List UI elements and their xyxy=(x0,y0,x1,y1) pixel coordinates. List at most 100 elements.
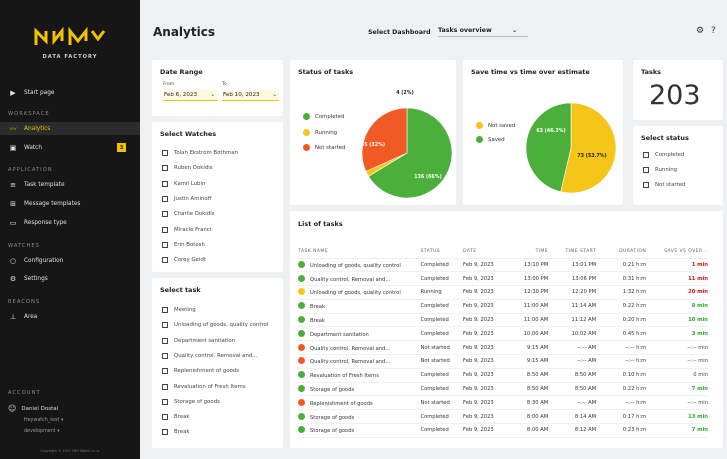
cell-text: 0:22 h:m xyxy=(622,303,647,310)
org-select[interactable]: Heywatch_test ▾ xyxy=(24,418,63,423)
status-checkbox[interactable]: Not started xyxy=(643,182,685,188)
task-checkbox[interactable]: Break xyxy=(162,429,190,436)
select-status-card: Select status Completed Running Not starte… xyxy=(633,126,723,205)
checkbox-icon xyxy=(162,165,168,172)
watch-checkbox[interactable]: Miracle Franci xyxy=(162,226,211,233)
watch-checkbox[interactable]: Erin Botosh xyxy=(162,241,205,248)
column-header[interactable]: STATUS xyxy=(420,245,464,259)
task-checkbox[interactable]: Unloading of goods, quality control xyxy=(162,322,268,329)
nav-analytics[interactable]: 〰 Analytics xyxy=(0,122,140,135)
cell-save: 3 min xyxy=(646,326,708,342)
task-checkbox[interactable]: Department sanitation xyxy=(162,337,235,344)
column-header[interactable]: DATE xyxy=(463,245,515,259)
nav-message-templates[interactable]: ⊞ Message templates xyxy=(8,197,134,210)
table-row[interactable]: Break Completed Feb 9, 2023 11:00 AM 11:14 A… xyxy=(298,299,708,314)
cell-text: Feb 9, 2023 xyxy=(463,344,494,351)
table-row[interactable]: Replenishment of goods Not started Feb 9, … xyxy=(298,395,708,411)
status-label: Not started xyxy=(655,182,686,188)
date-to-input[interactable]: Feb 10, 2023 ⌄ xyxy=(222,90,279,101)
nav-task-template[interactable]: ≡ Task template xyxy=(8,178,134,191)
task-checkbox[interactable]: Break xyxy=(162,414,190,421)
cell-date: Feb 9, 2023 xyxy=(463,258,515,273)
response-icon: ▭ xyxy=(9,218,17,227)
table-row[interactable]: Storage of goods Completed Feb 9, 2023 8:50… xyxy=(298,382,708,397)
column-header[interactable]: TIME START xyxy=(548,245,597,259)
checkbox-icon xyxy=(643,182,649,188)
cell-text: Completed xyxy=(420,330,449,337)
cell-text: Feb 9, 2023 xyxy=(463,413,494,420)
column-header[interactable]: TASK NAME xyxy=(298,245,421,259)
table-row[interactable]: Quality control, Removal and... Completed… xyxy=(298,271,708,287)
table-row[interactable]: Break Completed Feb 9, 2023 11:00 AM 11:12 A… xyxy=(298,313,708,328)
cell-text: Department sanitation xyxy=(310,331,369,338)
table-row[interactable]: Quality control, Removal and... Not start… xyxy=(298,354,708,369)
cell-date: Feb 9, 2023 xyxy=(463,382,515,397)
cell-text: 8:50 AM xyxy=(574,372,597,379)
nav-configuration[interactable]: ○ Configuration xyxy=(8,254,134,267)
task-label: Revaluation of Fresh Items xyxy=(174,383,246,390)
section-beacons: BEACONS xyxy=(8,299,41,305)
env-select[interactable]: development ▾ xyxy=(24,429,60,434)
nav-response-type[interactable]: ▭ Response type xyxy=(8,216,134,229)
watch-checkbox[interactable]: Kamil Lubin xyxy=(162,180,206,187)
cell-text: Quality control, Removal and... xyxy=(310,276,391,283)
help-icon[interactable]: ? xyxy=(711,26,716,36)
status-dot-icon xyxy=(298,260,305,268)
status-checkbox[interactable]: Running xyxy=(643,167,677,173)
watch-checkbox[interactable]: Justin Aminoff xyxy=(162,195,211,202)
save-pie-chart: 73 (53.7%) 63 (46.3%) xyxy=(525,102,617,194)
cell-time: 11:00 AM xyxy=(514,299,549,314)
cell-time: 9:15 AM xyxy=(514,340,549,356)
watch-checkbox[interactable]: Ruben Dokidis xyxy=(162,165,213,172)
nav-area[interactable]: ⊥ Area xyxy=(8,310,134,323)
watch-checkbox[interactable]: Tolan Ekstrom Bothman xyxy=(162,150,238,156)
cell-name: Break xyxy=(298,299,421,314)
table-row[interactable]: Revaluation of Fresh Items Completed Feb 9… xyxy=(298,368,708,383)
table-row[interactable]: Storage of goods Completed Feb 9, 2023 8:00… xyxy=(298,409,708,425)
nav-settings[interactable]: ⚙ Settings xyxy=(8,272,134,285)
status-dot-icon xyxy=(298,302,305,310)
cell-time: 8:50 AM xyxy=(514,368,549,383)
table-row[interactable]: Department sanitation Completed Feb 9, 202… xyxy=(298,326,708,342)
task-checkbox[interactable]: Storage of goods xyxy=(162,398,220,405)
cell-date: Feb 9, 2023 xyxy=(463,368,515,383)
account-user[interactable]: ☺ Daniel Dostal xyxy=(8,404,58,413)
status-checkbox[interactable]: Completed xyxy=(643,152,684,158)
dashboard-select[interactable]: Tasks overview ⌄ xyxy=(438,27,528,37)
nav-watch[interactable]: ▣ Watch 3 xyxy=(8,141,134,154)
column-header[interactable]: DURATION xyxy=(596,245,647,259)
column-header[interactable]: SAVE VS OVER... xyxy=(646,245,708,259)
task-checkbox[interactable]: Replenishment of goods xyxy=(162,368,239,375)
table-row[interactable]: Unloading of goods, quality control Runni… xyxy=(298,285,708,300)
cell-name: Break xyxy=(298,313,421,328)
cell-text: --:-- AM xyxy=(577,358,597,365)
column-header[interactable]: TIME xyxy=(514,245,549,259)
settings-gear-icon[interactable]: ⚙ xyxy=(696,26,704,36)
cell-text: 0:45 h:m xyxy=(622,330,647,337)
select-dashboard-label: Select Dashboard xyxy=(368,29,431,36)
cell-text: Completed xyxy=(420,386,449,393)
cell-text: --:-- min xyxy=(687,344,708,351)
watch-checkbox[interactable]: Charlie Dokidis xyxy=(162,211,215,218)
date-from-input[interactable]: Feb 6, 2023 ⌄ xyxy=(163,90,217,101)
nav-start-page[interactable]: ▶ Start page xyxy=(8,86,134,99)
cell-text: 13:06 PM xyxy=(571,275,597,282)
cell-text: Storage of goods xyxy=(310,387,355,394)
cell-time: 9:15 AM xyxy=(514,354,549,369)
cell-text: Completed xyxy=(420,317,449,324)
watch-label: Kamil Lubin xyxy=(174,180,206,187)
task-checkbox[interactable]: Revaluation of Fresh Items xyxy=(162,383,246,390)
cell-text: Not started xyxy=(420,399,450,406)
table-row[interactable]: Unloading of goods, quality control Compl… xyxy=(298,258,708,273)
task-list-title: List of tasks xyxy=(298,220,343,228)
task-checkbox[interactable]: Quality control, Removal and... xyxy=(162,352,257,359)
pie-data-label: 65 (32%) xyxy=(361,142,385,148)
cell-name: Storage of goods xyxy=(298,423,421,438)
cell-text: --:-- min xyxy=(687,358,708,365)
task-checkbox[interactable]: Meeting xyxy=(162,307,196,313)
status-dot-icon xyxy=(298,343,305,351)
cell-date: Feb 9, 2023 xyxy=(463,423,515,438)
table-row[interactable]: Storage of goods Completed Feb 9, 2023 8:00… xyxy=(298,423,708,438)
watch-checkbox[interactable]: Corey Geidt xyxy=(162,257,206,264)
table-row[interactable]: Quality control, Removal and... Not start… xyxy=(298,340,708,356)
